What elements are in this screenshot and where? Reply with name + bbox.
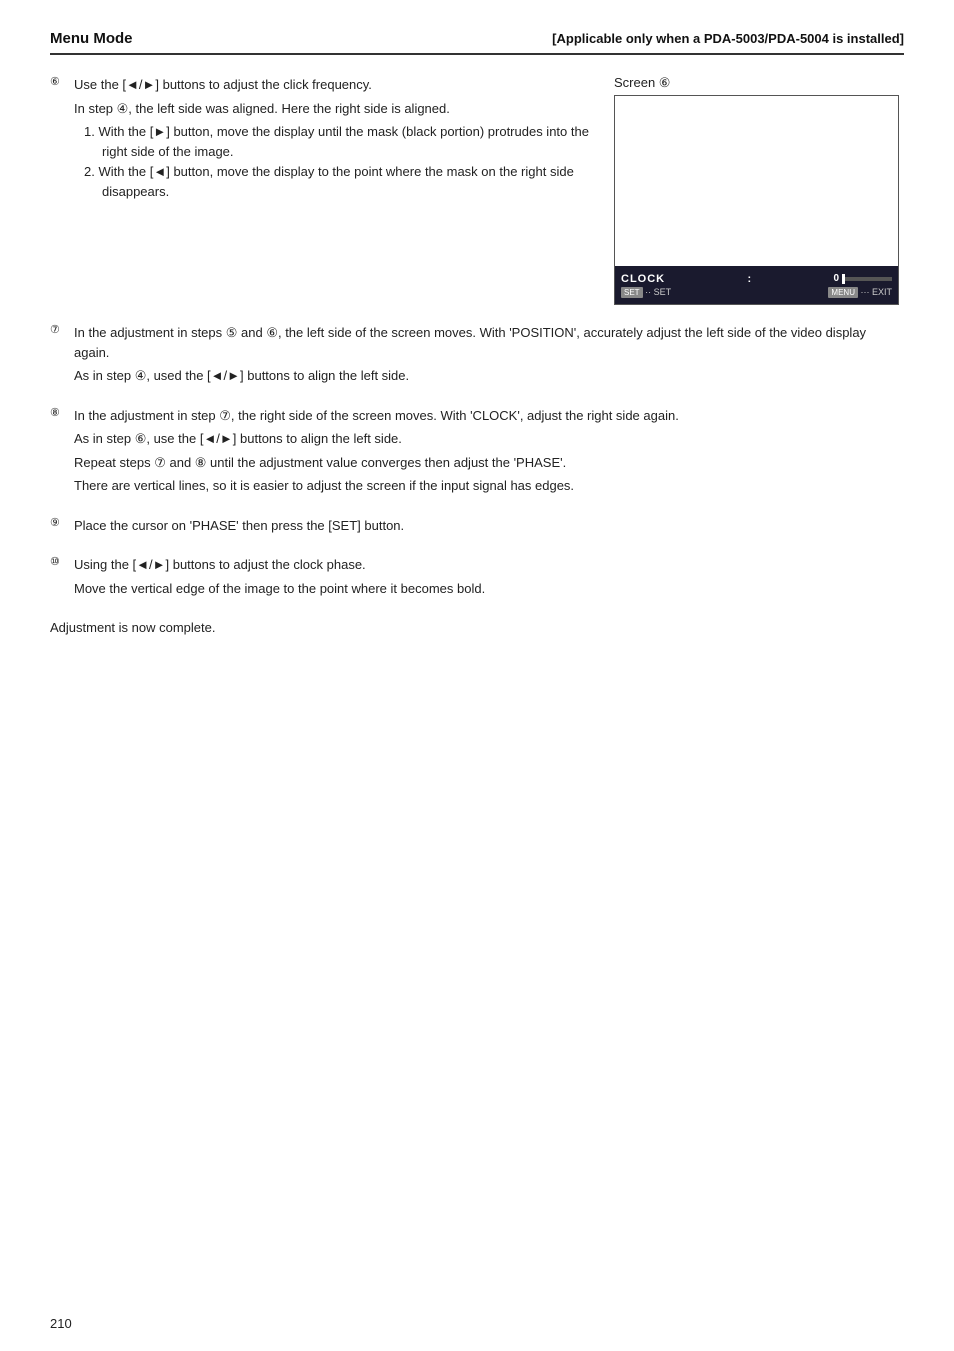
section-7-text1: In the adjustment in steps ⑤ and ⑥, the … [74,323,904,362]
osd-row1: CLOCK : 0 [621,273,892,285]
osd-menu-btn: MENU [828,287,858,298]
osd-clock-label: CLOCK [621,273,665,285]
header-subtitle: [Applicable only when a PDA-5003/PDA-500… [552,31,904,46]
osd-set-btn: SET [621,287,643,298]
section-7-body: In the adjustment in steps ⑤ and ⑥, the … [74,323,904,390]
section-8-text3: Repeat steps ⑦ and ⑧ until the adjustmen… [74,453,904,473]
screen-box: CLOCK : 0 SET ·· SET [614,95,899,305]
section-10: ⑩ Using the [◄/►] buttons to adjust the … [50,555,904,602]
section-6-sub1: 1. With the [►] button, move the display… [84,122,594,162]
section-8-text1: In the adjustment in step ⑦, the right s… [74,406,904,426]
section-6-text2: In step ④, the left side was aligned. He… [74,99,594,119]
section-7-text2: As in step ④, used the [◄/►] buttons to … [74,366,904,386]
section-9-num: ⑨ [50,516,68,540]
section-9: ⑨ Place the cursor on 'PHASE' then press… [50,516,904,540]
section-6-sub2: 2. With the [◄] button, move the display… [84,162,594,202]
right-column: Screen ⑥ CLOCK : 0 [614,75,904,305]
section-8: ⑧ In the adjustment in step ⑦, the right… [50,406,904,500]
osd-bar: CLOCK : 0 SET ·· SET [615,266,898,304]
footer-body: Adjustment is now complete. [50,618,904,642]
section-6-num: ⑥ [50,75,68,203]
footer-section: Adjustment is now complete. [50,618,904,642]
header-menu-mode: Menu Mode [50,30,133,47]
section-9-body: Place the cursor on 'PHASE' then press t… [74,516,904,540]
osd-menu-area: MENU ··· EXIT [828,287,892,298]
section-6-text1: Use the [◄/►] buttons to adjust the clic… [74,75,594,95]
section-10-body: Using the [◄/►] buttons to adjust the cl… [74,555,904,602]
footer-text: Adjustment is now complete. [50,618,904,638]
section-8-num: ⑧ [50,406,68,500]
page-header: Menu Mode [Applicable only when a PDA-50… [50,30,904,55]
section-6: ⑥ Use the [◄/►] buttons to adjust the cl… [50,75,594,203]
screen-label: Screen ⑥ [614,75,904,91]
section-9-text1: Place the cursor on 'PHASE' then press t… [74,516,904,536]
section-10-text1: Using the [◄/►] buttons to adjust the cl… [74,555,904,575]
page-number: 210 [50,1316,72,1331]
osd-row2: SET ·· SET MENU ··· EXIT [621,287,892,298]
page: Menu Mode [Applicable only when a PDA-50… [0,0,954,1351]
osd-set-area: SET ·· SET [621,287,671,298]
section-7-num: ⑦ [50,323,68,390]
full-sections: ⑦ In the adjustment in steps ⑤ and ⑥, th… [50,323,904,642]
section-10-num: ⑩ [50,555,68,602]
section-8-text4: There are vertical lines, so it is easie… [74,476,904,496]
section-6-body: Use the [◄/►] buttons to adjust the clic… [74,75,594,203]
osd-slider-thumb [842,274,845,284]
osd-menu-label: ··· EXIT [861,287,893,297]
section-10-text2: Move the vertical edge of the image to t… [74,579,904,599]
osd-colon: : [747,273,751,285]
section-8-text2: As in step ⑥, use the [◄/►] buttons to a… [74,429,904,449]
osd-value: 0 [833,273,839,284]
left-column: ⑥ Use the [◄/►] buttons to adjust the cl… [50,75,594,305]
osd-progress: 0 [833,273,892,284]
osd-set-label: ·· SET [645,287,671,297]
section-7: ⑦ In the adjustment in steps ⑤ and ⑥, th… [50,323,904,390]
osd-slider [842,277,892,281]
section-8-body: In the adjustment in step ⑦, the right s… [74,406,904,500]
section-6-sublist: 1. With the [►] button, move the display… [84,122,594,203]
main-content: ⑥ Use the [◄/►] buttons to adjust the cl… [50,75,904,305]
